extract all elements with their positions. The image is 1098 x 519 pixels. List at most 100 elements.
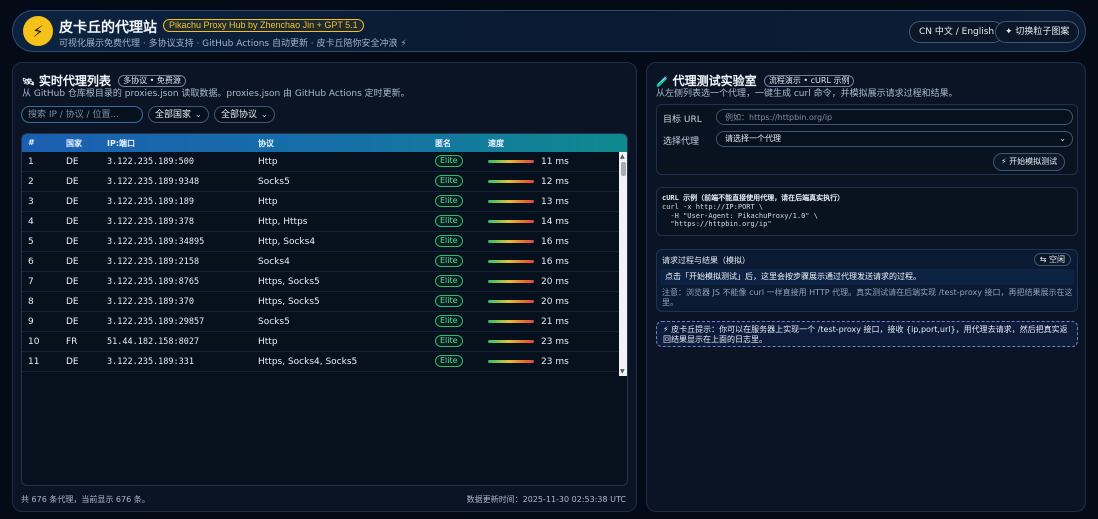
column-header-protocol[interactable]: 协议 (258, 138, 274, 149)
row-index: 8 (28, 297, 34, 307)
anonymity-badge: Elite (435, 155, 463, 167)
protocol-filter-select[interactable]: 全部协议 ⌄ (214, 106, 275, 123)
particle-toggle-button[interactable]: ✦ 切换粒子图案 (995, 21, 1080, 43)
column-header-country[interactable]: 国家 (66, 138, 82, 149)
row-protocol: Http (258, 337, 278, 347)
search-input[interactable] (21, 106, 143, 123)
table-row[interactable]: 9 DE 3.122.235.189:29857 Socks5 Elite 21 ms (22, 312, 618, 332)
protocol-filter-value: 全部协议 (221, 110, 258, 120)
curl-title: cURL 示例（前端不能直接使用代理，请在后端真实执行） (662, 194, 845, 202)
start-test-button[interactable]: ⚡ 开始模拟测试 (993, 153, 1066, 171)
target-url-input[interactable] (716, 109, 1073, 125)
column-header-address[interactable]: IP:端口 (107, 138, 135, 149)
row-index: 6 (28, 257, 34, 267)
row-country: FR (66, 337, 78, 347)
row-country: DE (66, 297, 79, 307)
result-panel: 请求过程与结果（模拟） ⇆ 空闲 点击「开始模拟测试」后，这里会按步骤展示通过代… (656, 249, 1078, 312)
table-row[interactable]: 7 DE 3.122.235.189:8765 Https, Socks5 Elite 2… (22, 272, 618, 292)
row-protocol: Https, Socks5 (258, 277, 320, 287)
table-row[interactable]: 1 DE 3.122.235.189:500 Http Elite 11 ms (22, 152, 618, 172)
row-speed: 21 ms (541, 317, 569, 327)
column-header-index[interactable]: # (28, 138, 35, 147)
table-row[interactable]: 4 DE 3.122.235.189:378 Http, Https Elite 14 m… (22, 212, 618, 232)
speed-bar (488, 300, 534, 303)
table-row[interactable]: 5 DE 3.122.235.189:34895 Http, Socks4 Elite 1… (22, 232, 618, 252)
chevron-down-icon: ⌄ (1059, 134, 1066, 143)
row-country: DE (66, 197, 79, 207)
row-index: 5 (28, 237, 34, 247)
row-speed: 23 ms (541, 357, 569, 367)
scroll-down-arrow-icon[interactable]: ▼ (620, 368, 625, 375)
speed-bar (488, 220, 534, 223)
proxy-select-label: 选择代理 (663, 137, 700, 147)
row-protocol: Socks5 (258, 317, 290, 327)
anonymity-badge: Elite (435, 335, 463, 347)
url-label: 目标 URL (663, 115, 702, 125)
table-row[interactable]: 11 DE 3.122.235.189:331 Https, Socks4, Sock… (22, 352, 618, 372)
row-address: 3.122.235.189:378 (107, 217, 194, 227)
chevron-down-icon: ⌄ (261, 110, 268, 119)
row-index: 3 (28, 197, 34, 207)
speed-bar (488, 280, 534, 283)
table-row[interactable]: 6 DE 3.122.235.189:2158 Socks4 Elite 16 ms (22, 252, 618, 272)
row-speed: 13 ms (541, 197, 569, 207)
row-address: 51.44.182.158:8027 (107, 337, 200, 347)
scroll-thumb[interactable] (621, 162, 626, 176)
speed-bar (488, 340, 534, 343)
row-protocol: Http, Https (258, 217, 308, 227)
row-index: 2 (28, 177, 34, 187)
app-subtitle: 可视化展示免费代理 · 多协议支持 · GitHub Actions 自动更新 … (59, 39, 407, 49)
table-scrollbar[interactable]: ▲ ▼ (619, 152, 627, 376)
row-country: DE (66, 217, 79, 227)
table-row[interactable]: 8 DE 3.122.235.189:370 Https, Socks5 Elite 20… (22, 292, 618, 312)
row-address: 3.122.235.189:189 (107, 197, 194, 207)
country-filter-value: 全部国家 (155, 110, 192, 120)
proxy-table: # 国家 IP:端口 协议 匿名 速度 1 DE 3.122.235.189:500… (21, 133, 628, 486)
row-speed: 11 ms (541, 157, 569, 167)
anonymity-badge: Elite (435, 275, 463, 287)
table-row[interactable]: 10 FR 51.44.182.158:8027 Http Elite 23 ms (22, 332, 618, 352)
row-index: 7 (28, 277, 34, 287)
row-address: 3.122.235.189:8765 (107, 277, 200, 287)
row-index: 1 (28, 157, 34, 167)
speed-bar (488, 360, 534, 363)
column-header-anonymity[interactable]: 匿名 (435, 138, 451, 149)
scroll-up-arrow-icon[interactable]: ▲ (620, 153, 625, 160)
row-protocol: Http (258, 157, 278, 167)
row-speed: 23 ms (541, 337, 569, 347)
app-badge: Pikachu Proxy Hub by Zhenchao Jin + GPT … (163, 19, 364, 32)
result-note: 注意：浏览器 JS 不能像 curl 一样直接用 HTTP 代理。真实测试请在后… (662, 288, 1073, 307)
table-row[interactable]: 2 DE 3.122.235.189:9348 Socks5 Elite 12 ms (22, 172, 618, 192)
table-row[interactable]: 3 DE 3.122.235.189:189 Http Elite 13 ms (22, 192, 618, 212)
row-address: 3.122.235.189:29857 (107, 317, 205, 327)
column-header-speed[interactable]: 速度 (488, 138, 504, 149)
chevron-down-icon: ⌄ (195, 110, 202, 119)
lightning-logo-icon: ⚡ (23, 16, 53, 46)
row-index: 4 (28, 217, 34, 227)
country-filter-select[interactable]: 全部国家 ⌄ (148, 106, 209, 123)
proxy-select[interactable]: 请选择一个代理 ⌄ (716, 131, 1073, 147)
anonymity-badge: Elite (435, 315, 463, 327)
row-country: DE (66, 177, 79, 187)
row-index: 11 (28, 357, 40, 367)
curl-code: curl -x http://IP:PORT \ -H "User-Agent:… (662, 203, 818, 228)
row-index: 10 (28, 337, 40, 347)
row-speed: 16 ms (541, 257, 569, 267)
table-header: # 国家 IP:端口 协议 匿名 速度 (22, 134, 627, 152)
anonymity-badge: Elite (435, 235, 463, 247)
row-index: 9 (28, 317, 34, 327)
row-protocol: Socks5 (258, 177, 290, 187)
status-idle-button[interactable]: ⇆ 空闲 (1033, 253, 1071, 266)
anonymity-badge: Elite (435, 355, 463, 367)
pikachu-tip: ⚡ 皮卡丘提示：你可以在服务器上实现一个 /test-proxy 接口，接收 {… (656, 321, 1078, 347)
row-speed: 20 ms (541, 297, 569, 307)
row-address: 3.122.235.189:370 (107, 297, 194, 307)
proxy-select-value: 请选择一个代理 (725, 134, 781, 143)
language-toggle-button[interactable]: CN 中文 / English (909, 21, 1005, 43)
row-address: 3.122.235.189:34895 (107, 237, 205, 247)
row-country: DE (66, 277, 79, 287)
app-header: ⚡ 皮卡丘的代理站 Pikachu Proxy Hub by Zhenchao … (12, 10, 1086, 52)
row-speed: 12 ms (541, 177, 569, 187)
proxy-count-text: 共 676 条代理，当前显示 676 条。 (21, 495, 150, 504)
anonymity-badge: Elite (435, 195, 463, 207)
